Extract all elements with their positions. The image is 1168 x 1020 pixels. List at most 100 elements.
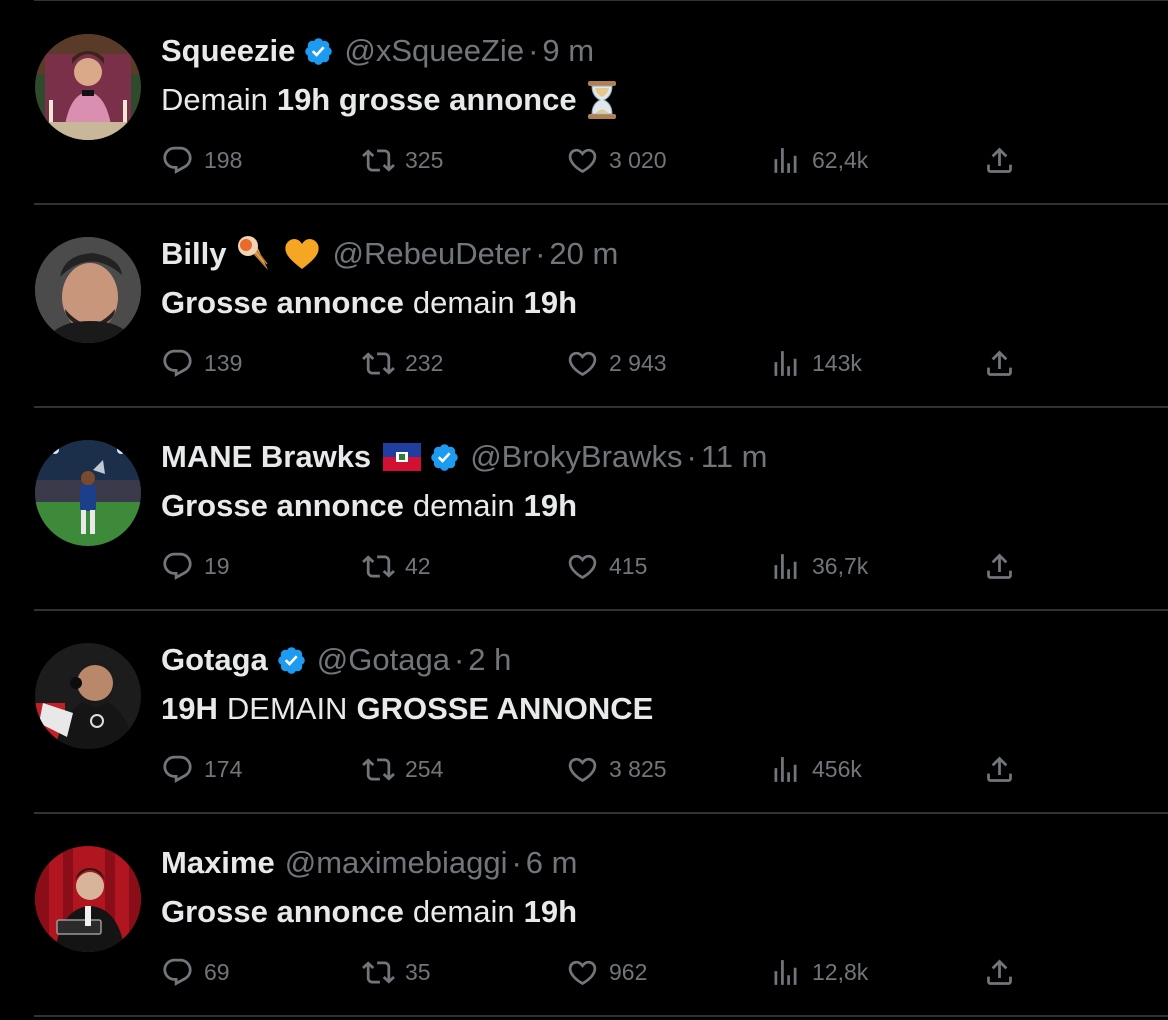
like-button[interactable]: 3 020 <box>566 140 667 180</box>
tweet-text-part: 19h grosse annonce <box>276 82 577 117</box>
timestamp[interactable]: 9 m <box>542 33 594 69</box>
author-handle[interactable]: @BrokyBrawks <box>470 439 682 475</box>
heart-icon <box>566 347 599 380</box>
views-count: 62,4k <box>812 146 869 173</box>
share-icon <box>983 753 1016 786</box>
views-chart-icon <box>769 347 802 380</box>
retweet-count: 35 <box>405 958 431 985</box>
author-handle[interactable]: @xSqueeZie <box>344 33 524 69</box>
retweet-button[interactable]: 35 <box>362 952 431 992</box>
tweet-header: Maxime @maximebiaggi · 6 m <box>161 841 577 885</box>
timestamp[interactable]: 6 m <box>526 845 578 881</box>
haiti-flag-emoji <box>383 443 422 471</box>
top-divider <box>34 0 1168 1</box>
tweet-text-part: 19h <box>523 488 578 523</box>
like-button[interactable]: 2 943 <box>566 343 667 383</box>
tweet-text-part: Grosse annonce <box>161 894 404 929</box>
tweet-text: Grosse annonce demain 19h <box>161 890 577 934</box>
reply-button[interactable]: 69 <box>161 952 230 992</box>
reply-button[interactable]: 198 <box>161 140 242 180</box>
retweet-button[interactable]: 42 <box>362 546 431 586</box>
views-button[interactable]: 36,7k <box>769 546 868 586</box>
share-button[interactable] <box>983 749 1016 789</box>
avatar[interactable] <box>35 237 141 343</box>
author-name[interactable]: Maxime <box>161 845 275 881</box>
share-icon <box>983 347 1016 380</box>
reply-button[interactable]: 139 <box>161 343 242 383</box>
retweet-count: 42 <box>405 552 431 579</box>
views-button[interactable]: 456k <box>769 749 862 789</box>
author-name[interactable]: MANE Brawks <box>161 439 371 475</box>
verified-badge-icon <box>276 645 307 676</box>
reply-count: 139 <box>204 349 243 376</box>
retweet-button[interactable]: 325 <box>362 140 443 180</box>
timestamp[interactable]: 20 m <box>549 236 618 272</box>
author-handle[interactable]: @RebeuDeter <box>332 236 531 272</box>
tweet[interactable]: Gotaga @Gotaga · 2 h 19H DEMAIN GROSSE A… <box>0 611 1168 814</box>
like-count: 2 943 <box>609 349 667 376</box>
views-chart-icon <box>769 753 802 786</box>
tweet-text: Grosse annonce demain 19h <box>161 484 577 528</box>
like-button[interactable]: 415 <box>566 546 647 586</box>
separator-dot: · <box>528 33 539 68</box>
tweet-text-part: demain <box>412 285 515 320</box>
share-button[interactable] <box>983 952 1016 992</box>
views-button[interactable]: 62,4k <box>769 140 868 180</box>
tweet-actions: 69 35 962 12,8k <box>0 952 1168 992</box>
tweet-header: MANE Brawks @BrokyBrawks · 11 m <box>161 435 767 479</box>
views-chart-icon <box>769 144 802 177</box>
tweet-text-part: 19h <box>523 285 578 320</box>
heart-icon <box>566 956 599 989</box>
share-icon <box>983 144 1016 177</box>
tweet-feed: Squeezie @xSqueeZie · 9 m Demain 19h gro… <box>0 0 1168 1020</box>
share-button[interactable] <box>983 343 1016 383</box>
share-button[interactable] <box>983 546 1016 586</box>
reply-button[interactable]: 174 <box>161 749 242 789</box>
retweet-button[interactable]: 232 <box>362 343 443 383</box>
avatar[interactable] <box>35 846 141 952</box>
retweet-icon <box>362 753 395 786</box>
views-button[interactable]: 143k <box>769 343 862 383</box>
tweet-divider <box>34 1015 1168 1017</box>
share-icon <box>983 550 1016 583</box>
reply-icon <box>161 956 194 989</box>
views-chart-icon <box>769 550 802 583</box>
reply-button[interactable]: 19 <box>161 546 230 586</box>
tweet-header: Squeezie @xSqueeZie · 9 m <box>161 29 594 73</box>
like-button[interactable]: 3 825 <box>566 749 667 789</box>
heart-icon <box>566 144 599 177</box>
heart-icon <box>566 550 599 583</box>
author-handle[interactable]: @maximebiaggi <box>285 845 508 881</box>
orange-heart-emoji <box>282 234 322 274</box>
author-handle[interactable]: @Gotaga <box>317 642 450 678</box>
author-name[interactable]: Gotaga <box>161 642 268 678</box>
share-icon <box>983 956 1016 989</box>
tweet-text-part: 19H <box>161 691 218 726</box>
like-button[interactable]: 962 <box>566 952 647 992</box>
tweet[interactable]: Billy @RebeuDeter · 20 m Grosse annonce … <box>0 205 1168 408</box>
tweet-text-part: Grosse annonce <box>161 285 404 320</box>
avatar[interactable] <box>35 440 141 546</box>
timestamp[interactable]: 2 h <box>468 642 511 678</box>
avatar[interactable] <box>35 643 141 749</box>
views-button[interactable]: 12,8k <box>769 952 868 992</box>
share-button[interactable] <box>983 140 1016 180</box>
retweet-button[interactable]: 254 <box>362 749 443 789</box>
reply-count: 19 <box>204 552 230 579</box>
tweet[interactable]: Squeezie @xSqueeZie · 9 m Demain 19h gro… <box>0 2 1168 205</box>
verified-badge-icon <box>303 36 334 67</box>
reply-icon <box>161 347 194 380</box>
timestamp[interactable]: 11 m <box>701 439 768 475</box>
retweet-count: 325 <box>405 146 444 173</box>
tweet-text-part: Demain <box>161 82 268 117</box>
author-name[interactable]: Billy <box>161 236 226 272</box>
tweet[interactable]: MANE Brawks @BrokyBrawks · 11 m Grosse a… <box>0 408 1168 611</box>
tweet[interactable]: Maxime @maximebiaggi · 6 m Grosse annonc… <box>0 814 1168 1017</box>
reply-icon <box>161 144 194 177</box>
avatar[interactable] <box>35 34 141 140</box>
like-count: 415 <box>609 552 648 579</box>
author-name[interactable]: Squeezie <box>161 33 295 69</box>
tweet-text: Grosse annonce demain 19h <box>161 281 577 325</box>
reply-count: 69 <box>204 958 230 985</box>
retweet-icon <box>362 956 395 989</box>
